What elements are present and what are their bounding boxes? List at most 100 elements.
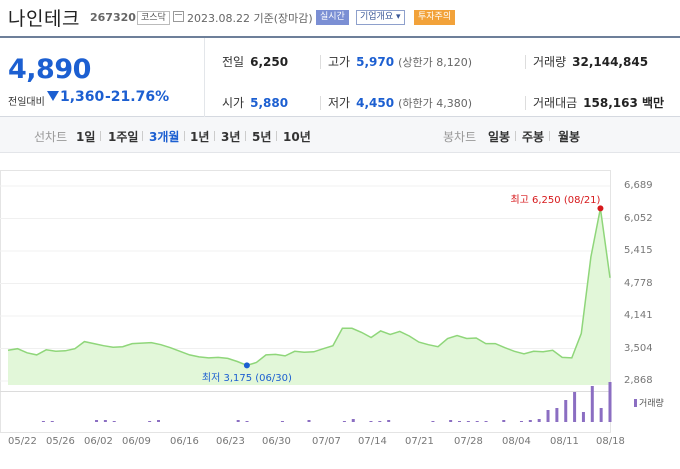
line-chart-label: 선차트 — [34, 130, 68, 144]
base-date: 2023.08.22 기준(장마감) — [187, 12, 313, 25]
y-tick-label: 6,689 — [624, 180, 653, 191]
tab-monthly-candle[interactable]: 월봉 — [558, 128, 580, 145]
x-tick-label: 05/26 — [46, 436, 75, 447]
stat-label: 고가 — [328, 55, 351, 69]
stat-label: 저가 — [328, 96, 351, 110]
stat-label: 전일 — [222, 55, 245, 69]
stat-label: 시가 — [222, 96, 245, 110]
tab-3m[interactable]: 3개월 — [149, 128, 179, 145]
volume-bar — [351, 419, 355, 422]
x-tick-label: 08/11 — [550, 436, 579, 447]
stat-amount: 거래대금 158,163 백만 — [533, 94, 664, 111]
stat-value: 5,970 — [356, 55, 395, 69]
stat-sub: (하한가 4,380) — [398, 97, 472, 110]
upper-limit-label: (상한가 — [398, 56, 433, 69]
x-tick-label: 07/14 — [358, 436, 387, 447]
upper-limit-value: 8,120) — [436, 56, 473, 69]
volume-bar — [307, 420, 311, 422]
stat-volume: 거래량 32,144,845 — [533, 53, 648, 70]
stat-value: 6,250 — [250, 55, 289, 69]
y-tick-label: 4,141 — [624, 310, 653, 321]
volume-bar — [236, 420, 240, 422]
tab-1d[interactable]: 1일 — [76, 128, 95, 145]
change-rate: -21.76% — [105, 89, 170, 105]
realtime-button[interactable]: 실시간 — [316, 10, 349, 25]
volume-bar — [41, 421, 45, 422]
current-price: 4,890 — [8, 54, 91, 85]
price-summary: 4,890 전일대비 1,360 -21.76% 전일 6,250 고가 5,970… — [0, 36, 680, 117]
change-label: 전일대비 — [8, 97, 45, 108]
min-price-annotation: 최저 3,175 (06/30) — [201, 373, 292, 385]
stat-prev-close: 전일 6,250 — [222, 53, 288, 70]
volume-bar — [280, 421, 284, 422]
volume-bar — [148, 421, 152, 422]
volume-bar — [245, 421, 249, 422]
company-info-button[interactable]: 기업개요 ▾ — [356, 10, 405, 25]
x-tick-label: 06/16 — [170, 436, 199, 447]
volume-bar — [564, 400, 568, 422]
y-tick-label: 5,415 — [624, 245, 653, 256]
tab-daily-candle[interactable]: 일봉 — [488, 128, 510, 145]
divider — [515, 131, 516, 141]
stat-sub: (상한가 8,120) — [398, 56, 472, 69]
stock-name: 나인테크 — [8, 8, 80, 30]
tab-1w[interactable]: 1주일 — [108, 128, 138, 145]
stat-label: 거래대금 — [533, 96, 578, 110]
x-tick-label: 06/09 — [122, 436, 151, 447]
volume-bar — [528, 420, 532, 422]
volume-bar — [590, 386, 594, 422]
investment-warning-badge[interactable]: 투자주의 — [414, 10, 456, 25]
x-tick-label: 06/30 — [262, 436, 291, 447]
market-badge: 코스닥 — [137, 11, 170, 25]
divider — [245, 131, 246, 141]
volume-bar — [573, 392, 577, 422]
volume-bar — [95, 420, 99, 422]
stat-value: 5,880 — [250, 96, 289, 110]
x-tick-label: 08/04 — [502, 436, 531, 447]
y-tick-label: 3,504 — [624, 342, 653, 354]
volume-bar — [599, 408, 603, 422]
volume-bar — [369, 421, 373, 422]
volume-legend: 거래량 — [634, 396, 664, 409]
volume-bar — [449, 420, 453, 422]
divider — [142, 131, 143, 141]
stat-value: 158,163 백만 — [583, 96, 665, 110]
tab-5y[interactable]: 5년 — [252, 128, 271, 145]
tab-3y[interactable]: 3년 — [221, 128, 240, 145]
price-change: 1,360 — [47, 89, 104, 105]
tab-weekly-candle[interactable]: 주봉 — [522, 128, 544, 145]
divider — [184, 131, 185, 141]
volume-bar — [103, 420, 107, 422]
x-tick-label: 05/22 — [8, 436, 37, 447]
candle-chart-label: 봉차트 — [443, 130, 477, 144]
volume-bar — [50, 421, 54, 422]
volume-bar — [157, 420, 160, 422]
calendar-icon — [173, 11, 184, 22]
price-chart[interactable]: 6,689 6,052 5,415 4,778 4,141 3,504 2,868 05/2… — [0, 170, 680, 469]
y-tick-label: 2,868 — [624, 375, 653, 386]
volume-bar — [555, 408, 559, 422]
divider — [549, 131, 550, 141]
volume-bar — [387, 420, 391, 422]
volume-bar — [458, 421, 461, 422]
stock-code: 267320 — [90, 11, 136, 24]
stat-high: 고가 5,970 (상한가 8,120) — [328, 53, 472, 70]
volume-bar — [546, 410, 550, 422]
y-tick-label: 4,778 — [624, 277, 653, 289]
x-tick-label: 07/28 — [454, 436, 483, 447]
tab-10y[interactable]: 10년 — [283, 128, 311, 145]
divider — [525, 96, 526, 110]
price-chart-svg — [0, 170, 612, 433]
divider — [276, 131, 277, 141]
divider — [320, 96, 321, 110]
down-triangle-icon — [47, 91, 59, 101]
tab-1y[interactable]: 1년 — [190, 128, 209, 145]
y-tick-label: 6,052 — [624, 212, 653, 224]
volume-bar — [112, 421, 116, 422]
volume-bar — [431, 421, 435, 422]
price-change-value: 1,360 — [60, 89, 105, 105]
divider — [320, 55, 321, 69]
stock-header: 나인테크 267320 코스닥 2023.08.22 기준(장마감) 실시간 기… — [0, 0, 680, 36]
x-tick-label: 07/21 — [405, 436, 434, 447]
x-tick-label: 06/23 — [216, 436, 245, 447]
